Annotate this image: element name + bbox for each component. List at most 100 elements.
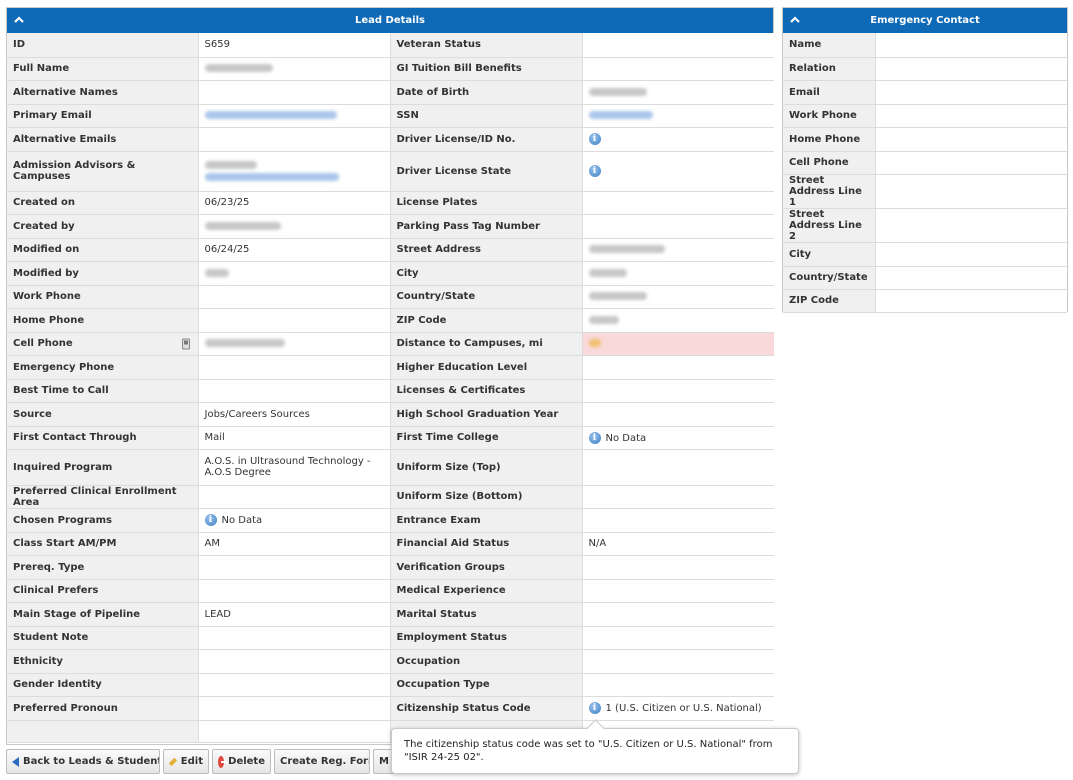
lead-details-table: ID S659 Veteran Status Full Name GI Tuit…	[7, 33, 774, 743]
field-label: Emergency Phone	[7, 355, 199, 380]
tooltip-text: The citizenship status code was set to "…	[404, 739, 773, 763]
redacted-link[interactable]	[204, 173, 339, 181]
pencil-icon	[168, 757, 178, 766]
field-label: License Plates	[390, 191, 583, 215]
field-value	[198, 579, 391, 603]
arrow-left-icon	[12, 756, 19, 767]
table-row: Source Jobs/Careers Sources High School …	[7, 402, 774, 427]
field-label: Full Name	[7, 57, 199, 81]
field-value	[582, 673, 774, 697]
table-row: Main Stage of Pipeline LEAD Marital Stat…	[7, 602, 774, 627]
field-label: Inquired Program	[7, 449, 199, 486]
field-label: Preferred Clinical Enrollment Area	[7, 485, 199, 509]
table-row: Admission Advisors & Campuses Driver Lic…	[7, 151, 774, 192]
field-label: Street Address	[390, 238, 583, 262]
field-label: GI Tuition Bill Benefits	[390, 57, 583, 81]
field-value	[582, 508, 774, 533]
field-label: Clinical Prefers	[7, 579, 199, 603]
table-row: Street Address Line 1	[783, 174, 1067, 209]
field-value	[875, 80, 1067, 105]
field-value	[582, 214, 774, 239]
field-value-inquired-program: A.O.S. in Ultrasound Technology - A.O.S …	[198, 449, 391, 486]
table-row: Chosen Programs i No Data Entrance Exam	[7, 508, 774, 533]
field-label: Medical Experience	[390, 579, 583, 603]
info-icon[interactable]: i	[588, 133, 601, 145]
redacted-text	[204, 161, 257, 169]
emergency-contact-panel: Emergency Contact Name Relation Email Wo…	[782, 7, 1068, 313]
field-value	[875, 174, 1067, 209]
field-value	[198, 285, 391, 309]
field-label: Licenses & Certificates	[390, 379, 583, 403]
table-row: Home Phone	[783, 127, 1067, 152]
field-label: ZIP Code	[390, 308, 583, 333]
field-label: City	[390, 261, 583, 286]
field-label: First Time College	[390, 426, 583, 450]
emergency-contact-table: Name Relation Email Work Phone Home Phon…	[783, 33, 1067, 313]
field-value	[875, 104, 1067, 128]
field-value-id: S659	[198, 33, 391, 58]
field-value: i	[582, 127, 774, 152]
field-value-citizenship: i 1 (U.S. Citizen or U.S. National)	[582, 696, 774, 721]
field-label: Cell Phone	[7, 332, 199, 356]
redacted-text	[588, 111, 653, 119]
field-value	[198, 555, 391, 580]
table-row: First Contact Through Mail First Time Co…	[7, 426, 774, 450]
table-row: Alternative Names Date of Birth	[7, 80, 774, 105]
field-label: Modified on	[7, 238, 199, 262]
redacted-text	[204, 221, 281, 230]
field-value	[582, 379, 774, 403]
field-label: Email	[783, 80, 876, 105]
field-value	[198, 379, 391, 403]
action-button-bar: Back to Leads & Students Edit Delete Cre…	[6, 749, 403, 774]
table-row: Modified by City	[7, 261, 774, 286]
field-label: Verification Groups	[390, 555, 583, 580]
field-value	[875, 289, 1067, 313]
field-label: Date of Birth	[390, 80, 583, 105]
info-icon[interactable]: i	[204, 514, 217, 526]
field-value	[582, 485, 774, 509]
field-value	[875, 127, 1067, 152]
field-label: Country/State	[783, 266, 876, 290]
ssn-link[interactable]	[582, 104, 774, 128]
field-label: Chosen Programs	[7, 508, 199, 533]
table-row: Class Start AM/PM AM Financial Aid Statu…	[7, 532, 774, 556]
chevron-up-icon[interactable]	[789, 14, 801, 26]
field-value	[582, 449, 774, 486]
field-label: Higher Education Level	[390, 355, 583, 380]
field-value	[875, 33, 1067, 58]
table-row: Preferred Pronoun Citizenship Status Cod…	[7, 696, 774, 721]
field-label: Employment Status	[390, 626, 583, 650]
table-row: Cell Phone Distance to Campuses, mi	[7, 332, 774, 356]
back-to-leads-button[interactable]: Back to Leads & Students	[6, 749, 160, 774]
chevron-up-icon[interactable]	[13, 14, 25, 26]
info-icon[interactable]: i	[588, 702, 601, 714]
field-label: Created by	[7, 214, 199, 239]
table-row: Email	[783, 80, 1067, 105]
field-value-created-on: 06/23/25	[198, 191, 391, 215]
primary-email-link[interactable]	[198, 104, 391, 128]
citizenship-tooltip: The citizenship status code was set to "…	[391, 728, 799, 774]
field-label: Occupation	[390, 649, 583, 674]
create-reg-form-button[interactable]: Create Reg. Form	[274, 749, 370, 774]
table-row: Student Note Employment Status	[7, 626, 774, 650]
table-row: ZIP Code	[783, 289, 1067, 313]
edit-button[interactable]: Edit	[163, 749, 209, 774]
field-label: Alternative Names	[7, 80, 199, 105]
field-value	[875, 242, 1067, 267]
field-label: City	[783, 242, 876, 267]
field-value	[582, 191, 774, 215]
field-value	[198, 720, 391, 743]
field-value-modified-by	[198, 261, 391, 286]
info-icon[interactable]: i	[588, 165, 601, 177]
lead-details-header: Lead Details	[7, 8, 773, 33]
delete-button[interactable]: Delete	[212, 749, 271, 774]
mobile-phone-icon[interactable]	[181, 338, 190, 349]
field-value	[582, 602, 774, 627]
table-row: City	[783, 242, 1067, 267]
table-row: ID S659 Veteran Status	[7, 33, 774, 58]
field-label: Relation	[783, 57, 876, 81]
field-label	[7, 720, 199, 743]
table-row: Inquired Program A.O.S. in Ultrasound Te…	[7, 449, 774, 486]
info-icon[interactable]: i	[588, 431, 601, 444]
field-value-advisors	[198, 151, 391, 192]
